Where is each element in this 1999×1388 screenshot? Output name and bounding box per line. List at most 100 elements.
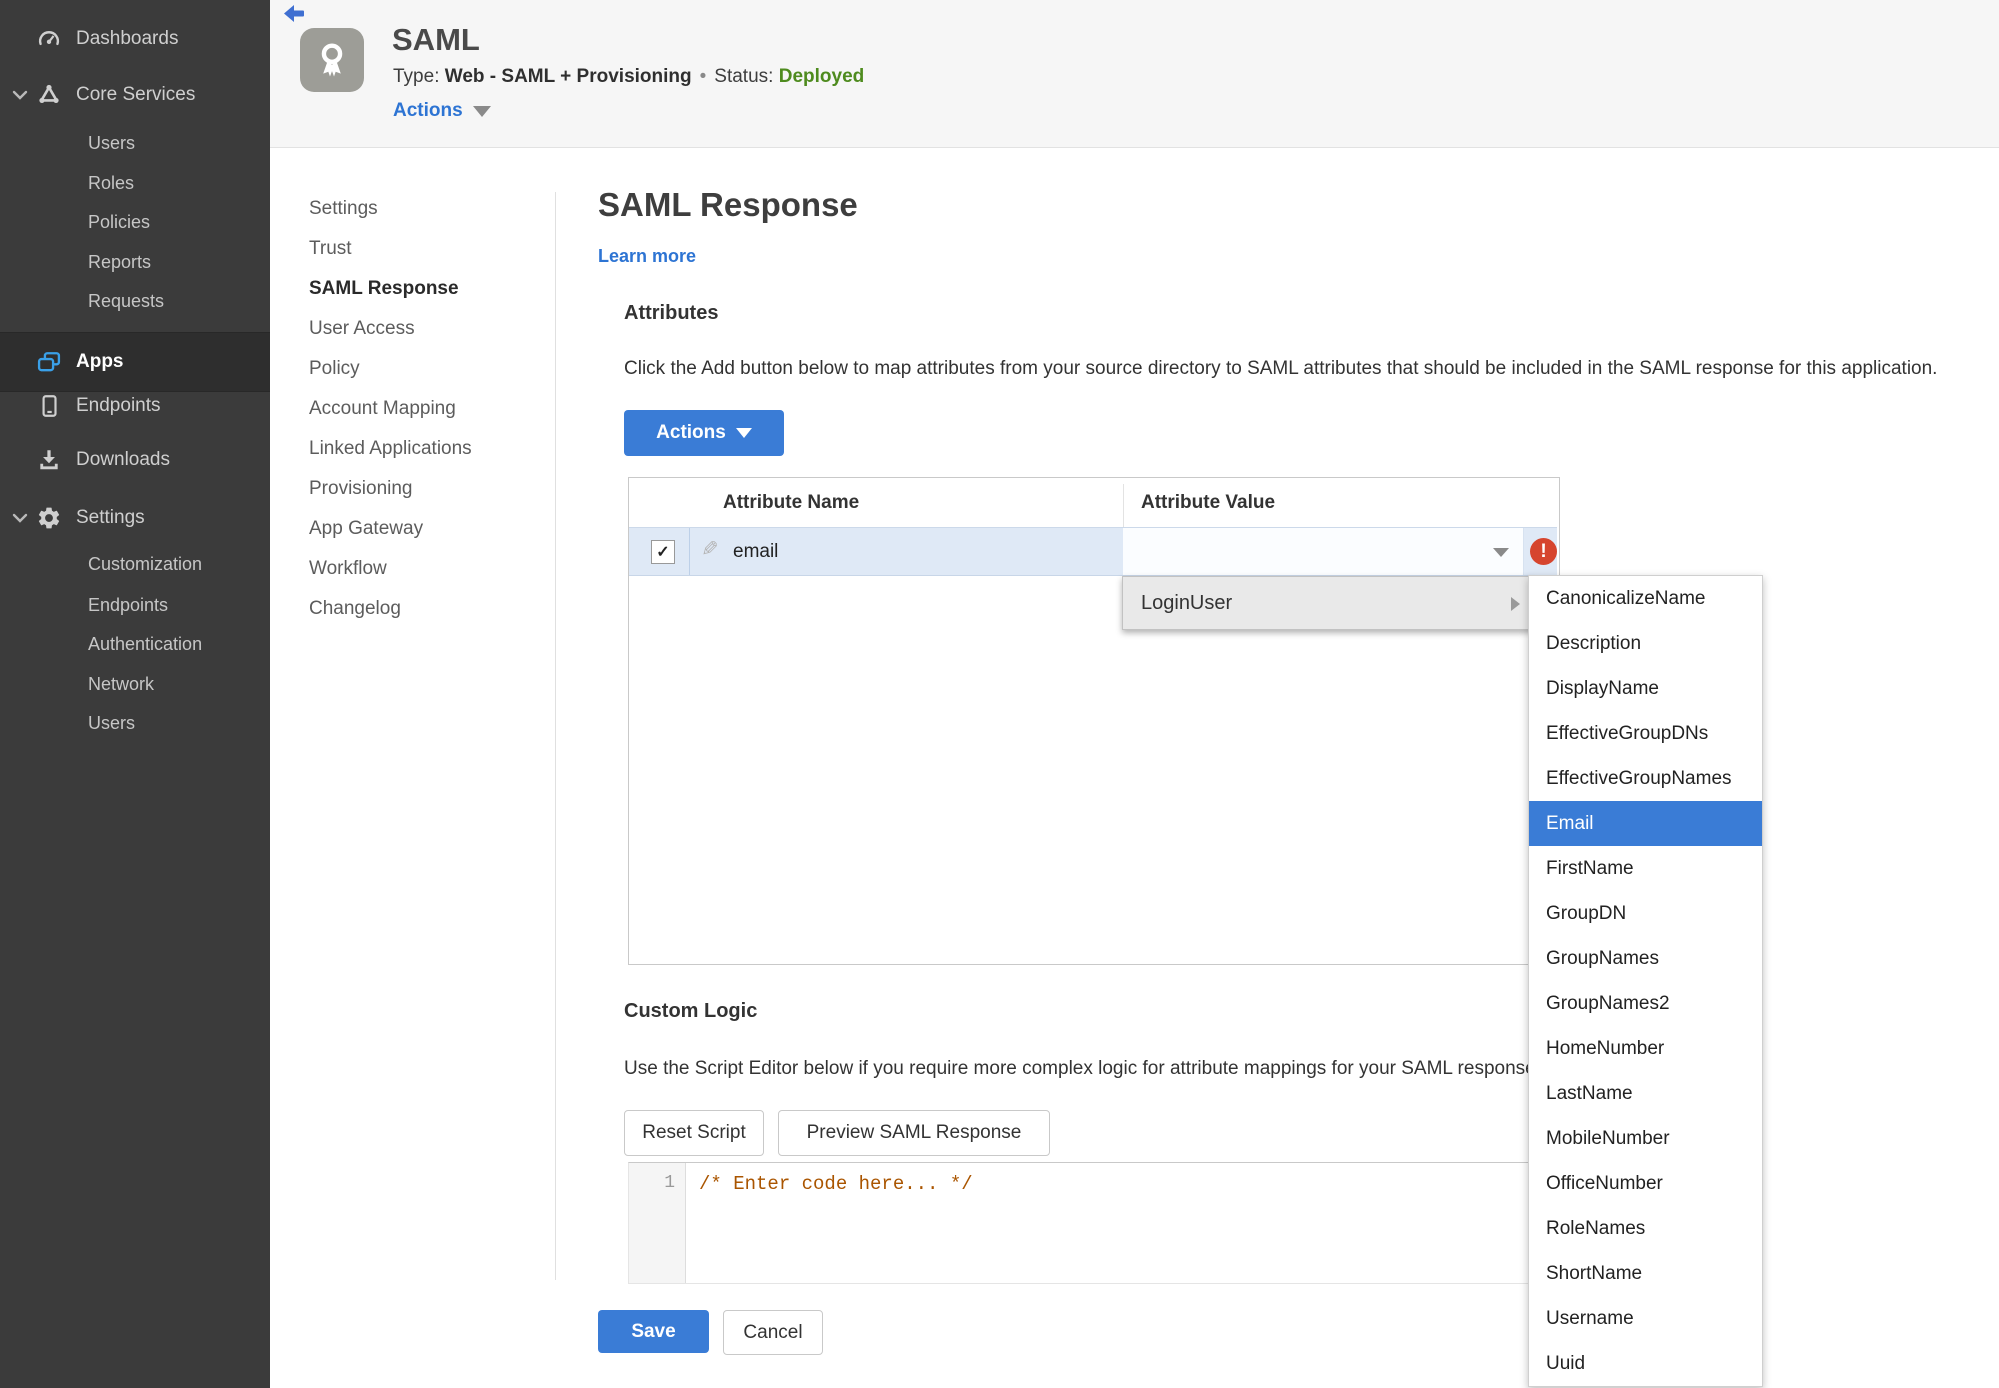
sidebar-item-policies[interactable]: Policies [0,205,270,239]
sidebar-item-dashboards[interactable]: Dashboards [0,22,270,56]
value-menu-loginuser[interactable]: LoginUser [1122,576,1533,630]
editor-code[interactable]: /* Enter code here... */ [699,1173,973,1195]
menu-item-canonicalizename[interactable]: CanonicalizeName [1529,576,1762,621]
app-title: SAML [392,22,480,57]
learn-more-link[interactable]: Learn more [598,246,696,267]
download-icon [34,445,64,475]
edit-pencil-icon[interactable]: ✎ [701,537,719,562]
sidebar-item-downloads[interactable]: Downloads [0,443,270,477]
type-value: Web - SAML + Provisioning [444,66,692,87]
menu-item-firstname[interactable]: FirstName [1529,846,1762,891]
row-checkbox[interactable]: ✓ [651,540,675,564]
tab-user-access[interactable]: User Access [309,309,472,349]
sidebar: Dashboards Core Services Users Roles Pol… [0,0,270,1388]
nav-divider [555,192,556,1280]
menu-item-groupdn[interactable]: GroupDN [1529,891,1762,936]
app-meta: Type: Web - SAML + Provisioning • Status: … [393,66,865,87]
sidebar-item-label: Core Services [76,84,196,105]
menu-item-shortname[interactable]: ShortName [1529,1251,1762,1296]
sidebar-item-requests[interactable]: Requests [0,284,270,318]
chevron-down-icon[interactable] [11,509,29,527]
tab-workflow[interactable]: Workflow [309,549,472,589]
sidebar-item-settings-users[interactable]: Users [0,706,270,740]
sidebar-item-label: Settings [76,507,145,528]
tab-saml-response[interactable]: SAML Response [309,269,472,309]
cell-divider [689,528,690,575]
page-title: SAML Response [598,186,858,223]
sidebar-item-label: Apps [76,351,124,372]
chevron-down-icon [1493,548,1509,557]
menu-item-mobilenumber[interactable]: MobileNumber [1529,1116,1762,1161]
reset-script-button[interactable]: Reset Script [624,1110,764,1156]
saml-app-icon [300,28,364,92]
script-editor[interactable]: 1 /* Enter code here... */ [628,1162,1557,1284]
menu-item-groupnames[interactable]: GroupNames [1529,936,1762,981]
menu-item-homenumber[interactable]: HomeNumber [1529,1026,1762,1071]
column-header-attribute-value: Attribute Value [1141,491,1276,513]
attribute-value-dropdown[interactable] [1123,528,1524,575]
tab-linked-applications[interactable]: Linked Applications [309,429,472,469]
custom-logic-description: Use the Script Editor below if you requi… [624,1058,1541,1079]
gauge-icon [34,24,64,54]
menu-item-uuid[interactable]: Uuid [1529,1341,1762,1386]
sidebar-item-roles[interactable]: Roles [0,166,270,200]
header-actions-menu[interactable]: Actions [393,100,491,122]
sidebar-item-apps[interactable]: Apps [0,332,270,392]
sidebar-item-label: Downloads [76,449,170,470]
menu-item-description[interactable]: Description [1529,621,1762,666]
back-arrow-icon[interactable] [283,4,311,28]
status-label: Status: [714,66,774,87]
tab-policy[interactable]: Policy [309,349,472,389]
phone-icon [34,391,64,421]
type-label: Type: [393,66,440,87]
sidebar-item-endpoints[interactable]: Endpoints [0,389,270,423]
core-services-icon [34,80,64,110]
cancel-button[interactable]: Cancel [723,1310,823,1355]
preview-saml-response-button[interactable]: Preview SAML Response [778,1110,1050,1156]
sidebar-item-settings-endpoints[interactable]: Endpoints [0,588,270,622]
sidebar-item-users[interactable]: Users [0,126,270,160]
save-button[interactable]: Save [598,1310,709,1353]
sidebar-item-core-services[interactable]: Core Services [0,78,270,112]
menu-item-groupnames2[interactable]: GroupNames2 [1529,981,1762,1026]
sidebar-item-network[interactable]: Network [0,667,270,701]
menu-item-email[interactable]: Email [1529,801,1762,846]
menu-item-displayname[interactable]: DisplayName [1529,666,1762,711]
sidebar-item-customization[interactable]: Customization [0,547,270,581]
chevron-down-icon[interactable] [11,86,29,104]
tab-changelog[interactable]: Changelog [309,589,472,629]
line-number: 1 [664,1173,675,1193]
tab-provisioning[interactable]: Provisioning [309,469,472,509]
attributes-heading: Attributes [624,302,719,324]
menu-item-rolenames[interactable]: RoleNames [1529,1206,1762,1251]
menu-item-username[interactable]: Username [1529,1296,1762,1341]
chevron-down-icon [735,428,752,438]
tab-trust[interactable]: Trust [309,229,472,269]
value-submenu: CanonicalizeName Description DisplayName… [1528,575,1763,1387]
chevron-down-icon [472,105,491,117]
status-badge: Deployed [778,66,865,87]
attributes-table: Attribute Name Attribute Value ✓ ✎ email… [628,477,1560,965]
tab-account-mapping[interactable]: Account Mapping [309,389,472,429]
menu-item-officenumber[interactable]: OfficeNumber [1529,1161,1762,1206]
table-row[interactable]: ✓ ✎ email ! [629,527,1557,576]
menu-item-effectivegroupnames[interactable]: EffectiveGroupNames [1529,756,1762,801]
app-header: SAML Type: Web - SAML + Provisioning • Sta… [270,0,1999,148]
menu-item-effectivegroupdns[interactable]: EffectiveGroupDNs [1529,711,1762,756]
error-icon: ! [1530,538,1557,565]
tab-settings[interactable]: Settings [309,189,472,229]
editor-gutter: 1 [629,1163,686,1283]
sidebar-item-authentication[interactable]: Authentication [0,627,270,661]
sidebar-item-settings[interactable]: Settings [0,501,270,535]
gear-icon [34,503,64,533]
app-root: Dashboards Core Services Users Roles Pol… [0,0,1999,1388]
menu-item-lastname[interactable]: LastName [1529,1071,1762,1116]
custom-logic-heading: Custom Logic [624,1000,758,1022]
column-divider [1123,484,1124,527]
sidebar-item-label: Endpoints [76,395,161,416]
apps-icon [34,347,64,377]
tab-app-gateway[interactable]: App Gateway [309,509,472,549]
attributes-actions-button[interactable]: Actions [624,410,784,456]
attribute-name-cell: email [733,540,779,562]
sidebar-item-reports[interactable]: Reports [0,245,270,279]
